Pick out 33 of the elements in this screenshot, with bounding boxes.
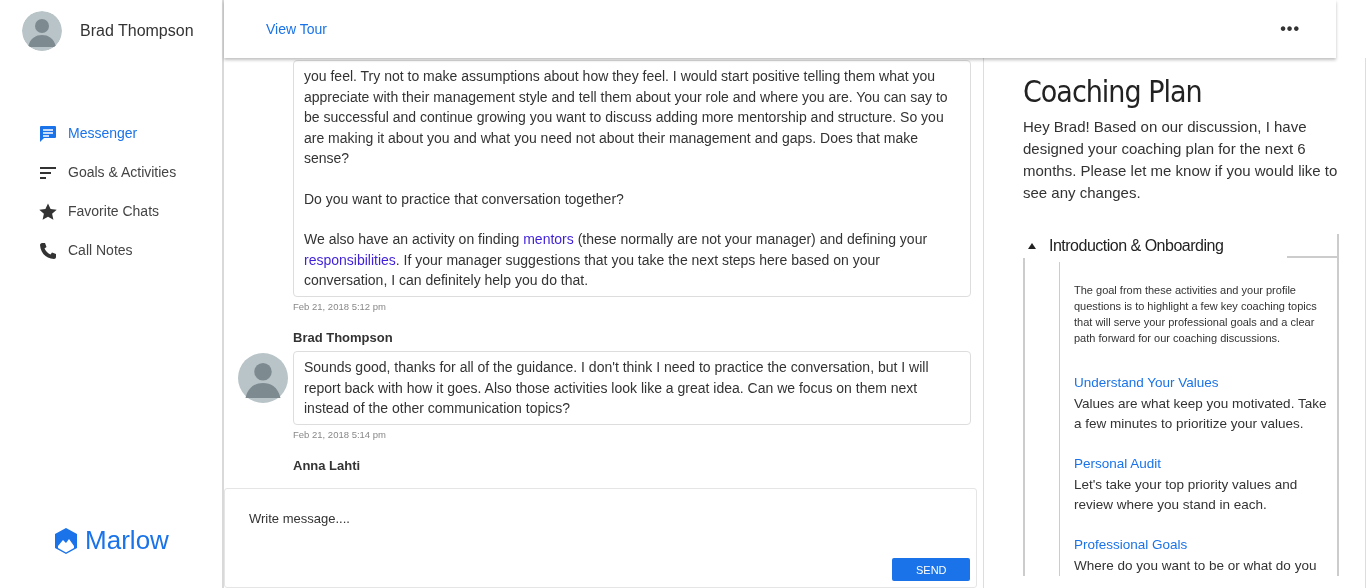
text-link[interactable]: responsibilities — [304, 251, 396, 268]
message-field[interactable]: Write message.... SEND — [224, 488, 977, 588]
section-summary: The goal from these activities and your profile questions is to highlight a few key coaching topics that will serve your professional goals and a clear path forward for our coaching discussions. — [1074, 283, 1318, 346]
activity-link[interactable]: Personal Audit — [1074, 454, 1162, 475]
plan-title: Coaching Plan — [1023, 74, 1203, 110]
nav-item[interactable]: Call Notes — [0, 231, 222, 270]
avatar-icon — [22, 11, 62, 51]
plan-intro: Hey Brad! Based on our discussion, I have designed your coaching plan for the next 6 months. Please let me know if you would like to see any changes. — [1023, 117, 1339, 203]
chat-icon — [38, 123, 58, 144]
user-name: Brad Thompson — [80, 21, 194, 41]
activity-description: Let's take your top priority values and review where you stand in each. — [1074, 476, 1299, 514]
sender-name: Brad Thompson — [293, 328, 394, 347]
nav-item[interactable]: Messenger — [0, 114, 222, 153]
activity-description: Where do you want to be or what do you — [1074, 557, 1318, 575]
text-link[interactable]: mentors — [523, 231, 574, 247]
message-time: Feb 21, 2018 5:14 pm — [293, 427, 387, 442]
message-text: you feel. Try not to make assumptions about how they feel. I would start positive telling them what you appreciate with their management style and tell them about your role and where you are. You can say to be successful and continue growing you want to discuss adding more mentorship and structure. So you are making it about you and what you need not about their management and gaps. Does that make sense? — [304, 67, 949, 168]
brand-name: Marlow — [85, 524, 169, 557]
activity-link[interactable]: Understand Your Values — [1074, 373, 1219, 394]
activity-description: Values are what keep you motivated. Take a few minutes to prioritize your values. — [1074, 395, 1328, 433]
phone-icon — [38, 240, 58, 261]
more-menu-button[interactable]: ••• — [1274, 16, 1306, 42]
message-text: Do you want to practice that conversation together? — [304, 189, 625, 209]
activity-link[interactable]: Professional Goals — [1074, 535, 1188, 556]
logo-icon — [53, 526, 80, 555]
message-time: Feb 21, 2018 5:12 pm — [293, 299, 387, 314]
send-button[interactable]: SEND — [892, 557, 970, 581]
sender-name: Anna Lahti — [293, 457, 362, 475]
message-text: We also have an activity on finding mentors (these normally are not your manager) and defining your responsibilities. If your manager suggestions that you take the next steps here based on your conversation, I can definitely help you do that. — [304, 230, 929, 290]
message-text: Sounds good, thanks for all of the guidance. I don't think I need to practice the conversation, but I will report back with how it goes. Also those activities look like a great idea. Can we focus on them next instead of the other communication topics? — [304, 358, 930, 419]
nav-item[interactable]: Favorite Chats — [0, 192, 222, 231]
view-tour-link[interactable]: View Tour — [266, 18, 327, 40]
nav-item[interactable]: Goals & Activities — [0, 153, 222, 192]
